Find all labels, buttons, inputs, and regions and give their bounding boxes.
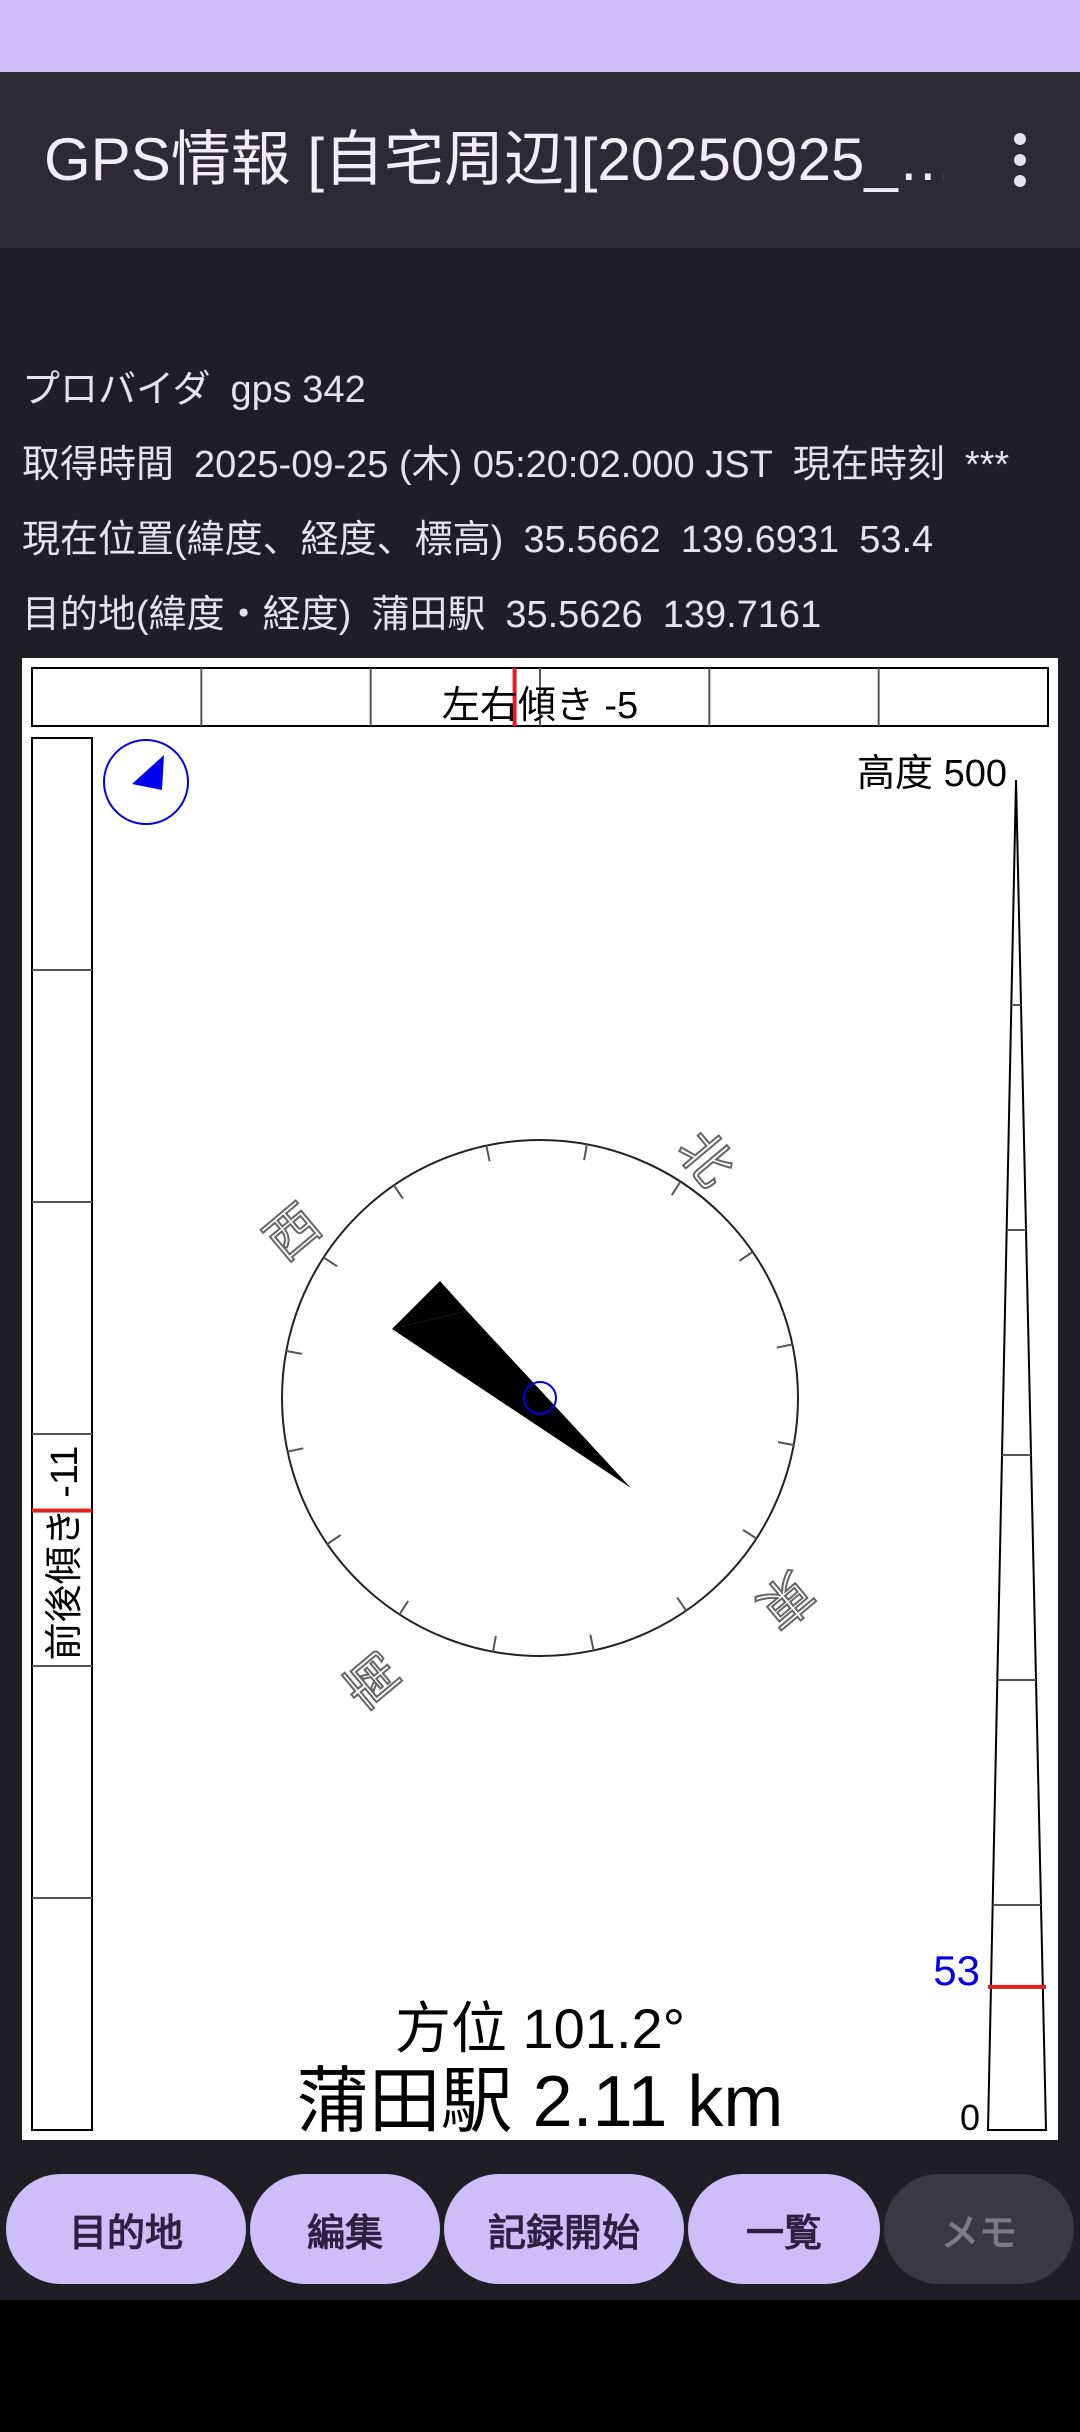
position-line: 現在位置(緯度、経度、標高) 35.5662 139.6931 53.4	[22, 508, 953, 563]
altitude-gauge: 高度 500 53 0	[857, 753, 1048, 2138]
altitude-label: 高度 500	[857, 753, 1007, 795]
time-label: 取得時間	[22, 444, 175, 486]
page-title: GPS情報 [自宅周辺][20250925_…	[44, 126, 944, 193]
bearing-label: 方位 101.2°	[395, 1997, 685, 2060]
dial-tick	[777, 1441, 794, 1447]
provider-value: gps 342	[230, 369, 366, 411]
destination-lon: 139.7161	[662, 594, 822, 636]
dial-tick	[323, 1256, 338, 1268]
roll-gauge: 左右傾き -5	[31, 667, 1049, 727]
altitude-min-label: 0	[960, 2097, 980, 2138]
dial-tick	[393, 1184, 404, 1200]
list-button[interactable]: 一覧	[688, 2174, 880, 2284]
longitude-value: 139.6931	[680, 519, 840, 561]
destination-line: 目的地(緯度・経度) 蒲田駅 35.5626 139.7161	[22, 583, 841, 638]
pitch-label: 前後傾き -11	[44, 1446, 86, 1661]
time-line: 取得時間 2025-09-25 (木) 05:20:02.000 JST 現在時刻 *…	[22, 433, 1029, 488]
dial-tick	[485, 1145, 491, 1162]
more-vert-icon[interactable]	[980, 120, 1060, 200]
altitude-indicator	[988, 1984, 1046, 1989]
dial-tick	[491, 1635, 497, 1652]
altitude-value: 53.4	[859, 519, 934, 561]
destination-button[interactable]: 目的地	[6, 2174, 246, 2284]
latitude-value: 35.5662	[523, 519, 661, 561]
destination-arrow	[392, 1311, 631, 1488]
dial-tick	[670, 1181, 682, 1196]
direction-east: 東	[746, 1559, 824, 1638]
heading-mini-icon	[103, 739, 189, 825]
dial-tick	[326, 1534, 342, 1545]
now-label: 現在時刻	[792, 444, 945, 486]
distance-label: 蒲田駅 2.11 km	[297, 2062, 784, 2140]
dial-tick	[583, 1144, 589, 1161]
dial-tick	[742, 1528, 757, 1540]
edit-button[interactable]: 編集	[250, 2174, 440, 2284]
dial-tick	[398, 1600, 410, 1615]
dial-tick	[738, 1251, 754, 1262]
provider-line: プロバイダ gps 342	[22, 358, 386, 413]
time-value: 2025-09-25 (木) 05:20:02.000 JST	[194, 444, 773, 486]
start-recording-button[interactable]: 記録開始	[444, 2174, 684, 2284]
now-value: ***	[964, 444, 1010, 486]
compass-dial: 北 東 南 西	[253, 1119, 825, 1719]
pitch-gauge: 前後傾き -11	[31, 737, 93, 2131]
status-bar	[0, 0, 1080, 72]
provider-label: プロバイダ	[22, 369, 211, 411]
navigation-area	[0, 2300, 1080, 2432]
direction-south: 南	[333, 1640, 412, 1718]
bottom-button-bar: 目的地 編集 記録開始 一覧 メモ	[0, 2170, 1080, 2290]
dial-tick	[776, 1343, 793, 1349]
memo-button[interactable]: メモ	[884, 2174, 1074, 2284]
destination-lat: 35.5626	[505, 594, 643, 636]
destination-label: 目的地(緯度・経度)	[22, 594, 352, 636]
compass-view[interactable]: 左右傾き -5 前後傾き -11 高度 500 53 0 北 東 南 西 方位 …	[22, 658, 1058, 2140]
dial-tick	[287, 1447, 304, 1453]
compass-panel[interactable]: 左右傾き -5 前後傾き -11 高度 500 53 0 北 東 南 西 方位 …	[22, 658, 1058, 2140]
app-bar: GPS情報 [自宅周辺][20250925_…	[0, 72, 1080, 248]
dial-tick	[589, 1634, 595, 1651]
dial-tick	[286, 1349, 303, 1355]
dial-tick	[676, 1596, 687, 1612]
altitude-value-label: 53	[933, 1947, 980, 1994]
position-label: 現在位置(緯度、経度、標高)	[22, 519, 504, 561]
destination-name: 蒲田駅	[371, 594, 486, 636]
roll-label: 左右傾き -5	[442, 685, 638, 727]
